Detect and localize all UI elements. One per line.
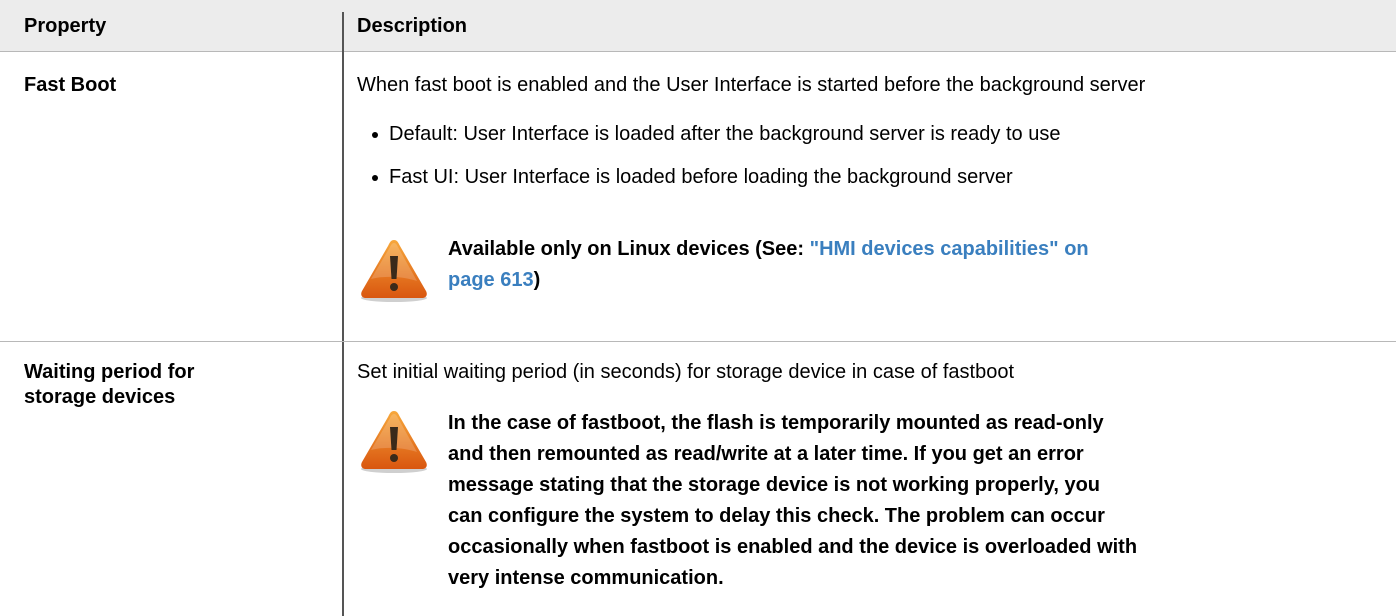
description-waiting-period: Set initial waiting period (in seconds) …: [357, 361, 1015, 383]
warning-icon: [361, 240, 427, 302]
table-header: Property Description: [0, 0, 1396, 52]
column-divider: [342, 12, 344, 616]
note-line: and then remounted as read/write at a la…: [448, 443, 1084, 465]
list-item: Default: User Interface is loaded after …: [372, 122, 1060, 165]
note-text: ): [533, 269, 541, 291]
note-line: occasionally when fastboot is enabled an…: [448, 536, 1138, 558]
note-text: Available only on Linux devices (See:: [448, 238, 810, 260]
fast-boot-options-list: Default: User Interface is loaded after …: [372, 122, 1060, 208]
property-table: Property Description Fast Boot When fast…: [0, 0, 1396, 616]
note-line: message stating that the storage device …: [448, 474, 1101, 496]
property-line: storage devices: [24, 386, 176, 408]
list-item: Fast UI: User Interface is loaded before…: [372, 165, 1060, 208]
capabilities-link[interactable]: "HMI devices capabilities" on: [810, 238, 1089, 260]
header-property: Property: [24, 15, 107, 37]
row-divider: [0, 341, 1396, 342]
fast-boot-note: Available only on Linux devices (See: "H…: [448, 234, 1089, 296]
page-link[interactable]: page 613: [448, 269, 534, 291]
property-waiting-period: Waiting period for storage devices: [24, 360, 194, 410]
note-line: can configure the system to delay this c…: [448, 505, 1105, 527]
property-line: Waiting period for: [24, 361, 195, 383]
note-line: In the case of fastboot, the flash is te…: [448, 412, 1104, 434]
waiting-period-note: In the case of fastboot, the flash is te…: [448, 408, 1137, 594]
property-fast-boot: Fast Boot: [24, 74, 117, 96]
warning-icon: [361, 411, 427, 473]
description-fast-boot: When fast boot is enabled and the User I…: [357, 74, 1146, 96]
note-line: very intense communication.: [448, 567, 724, 589]
header-description: Description: [357, 15, 468, 37]
